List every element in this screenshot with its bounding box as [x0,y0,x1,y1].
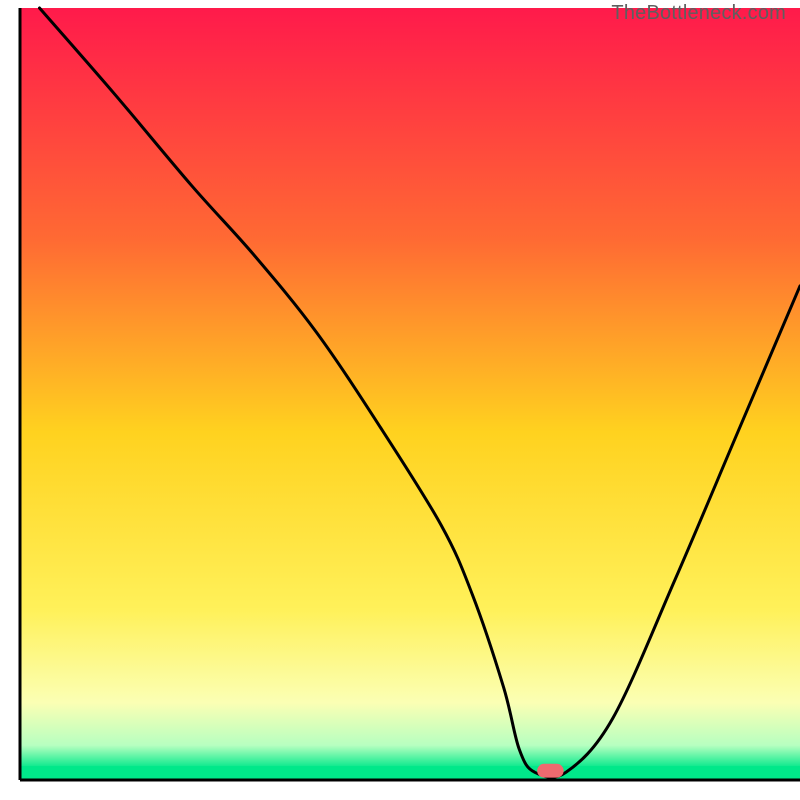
plot-background [20,8,800,780]
chart-container: TheBottleneck.com [0,0,800,800]
optimal-point-marker [537,764,564,778]
watermark-text: TheBottleneck.com [611,2,786,25]
baseline-strip [20,766,800,780]
bottleneck-chart [0,0,800,800]
